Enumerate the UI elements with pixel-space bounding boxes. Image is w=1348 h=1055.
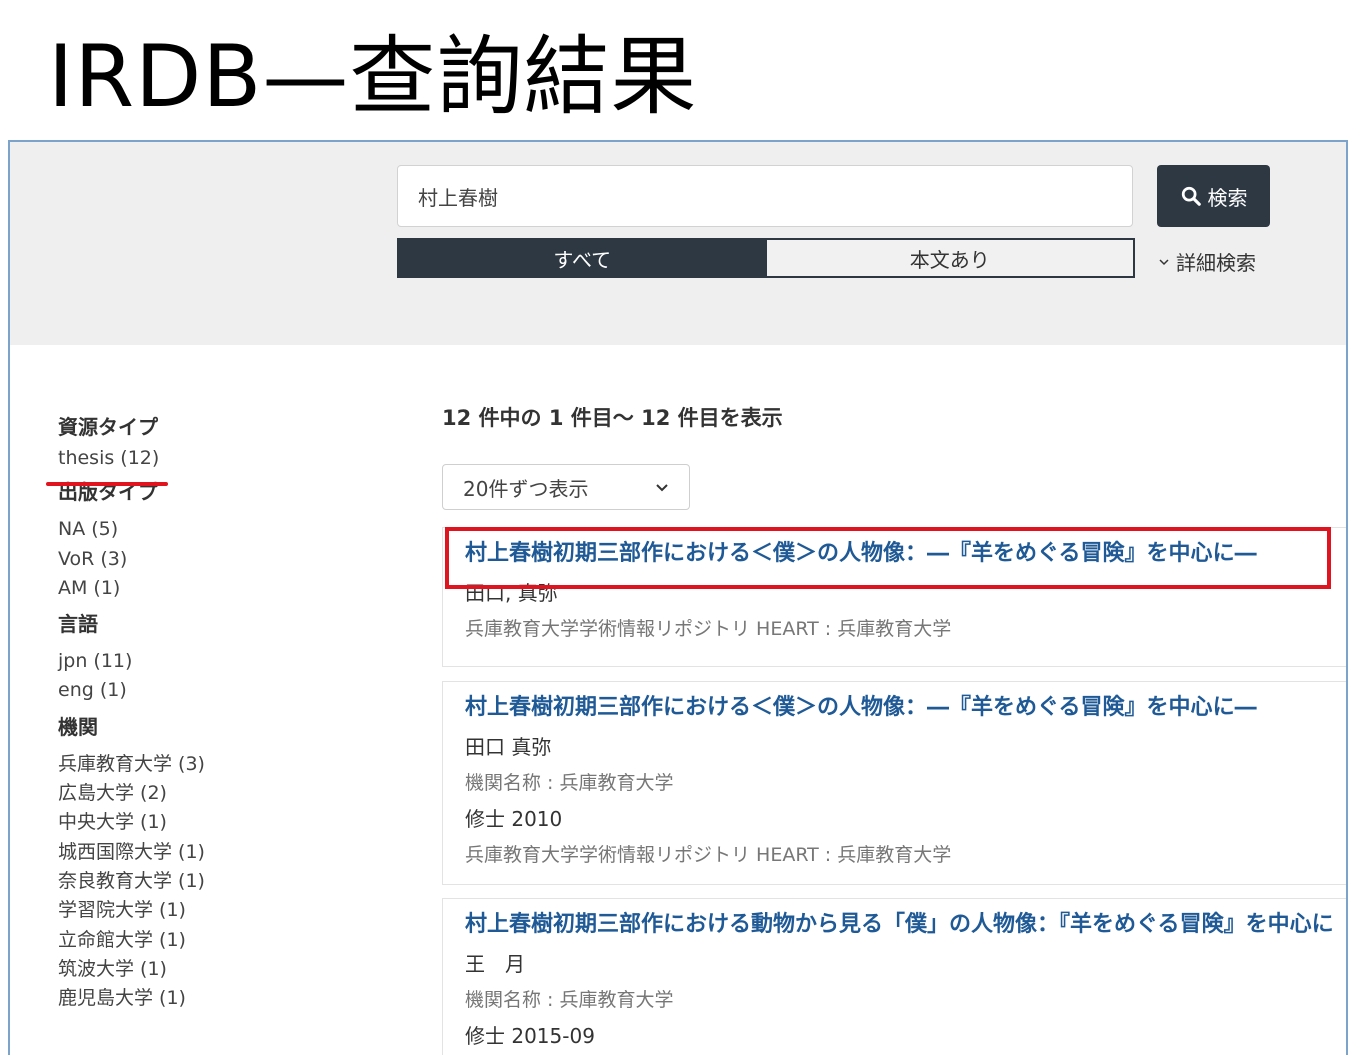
irdb-page-frame: 検索 すべて 本文あり 詳細検索 資源タイプ thesis (12) 出版タイプ… [8, 140, 1348, 1055]
annotation-underline [46, 482, 168, 486]
facet-item[interactable]: 城西国際大学 (1) [58, 838, 358, 867]
facet-item[interactable]: 中央大学 (1) [58, 808, 358, 837]
result-author: 田口, 真弥 [465, 581, 558, 605]
facet-heading: 言語 [58, 612, 98, 637]
chevron-down-icon [1159, 258, 1169, 265]
result-source: 兵庫教育大学学術情報リポジトリ HEART : 兵庫教育大学 [465, 618, 952, 640]
tab-full-text[interactable]: 本文あり [765, 240, 1133, 276]
facet-item[interactable]: VoR (3) [58, 545, 358, 574]
facet-publication-type: 出版タイプ NA (5) VoR (3) AM (1) [58, 475, 358, 603]
result-degree: 修士 2015-09 [465, 1024, 595, 1048]
result-institution: 機関名称 : 兵庫教育大学 [465, 772, 674, 794]
per-page-value: 20件ずつ表示 [463, 476, 589, 501]
result-author: 田口 真弥 [465, 735, 552, 759]
result-degree: 修士 2010 [465, 807, 563, 831]
result-count: 12 件中の 1 件目～ 12 件目を表示 [442, 406, 783, 430]
result-author: 王 月 [465, 952, 525, 976]
facet-item[interactable]: 立命館大学 (1) [58, 926, 358, 955]
per-page-select[interactable]: 20件ずつ表示 [442, 464, 690, 510]
tab-all[interactable]: すべて [399, 240, 766, 276]
result-title-link[interactable]: 村上春樹初期三部作における＜僕＞の人物像：―『羊をめぐる冒険』を中心に― [465, 693, 1340, 723]
facet-item[interactable]: 筑波大学 (1) [58, 955, 358, 984]
result-title-link[interactable]: 村上春樹初期三部作における＜僕＞の人物像：―『羊をめぐる冒険』を中心に― [465, 539, 1340, 569]
advanced-search-link[interactable]: 詳細検索 [1158, 247, 1256, 276]
slide-title: IRDB—查詢結果 [48, 27, 698, 127]
facet-item[interactable]: 広島大学 (2) [58, 779, 358, 808]
facet-item[interactable]: eng (1) [58, 676, 358, 705]
facet-item[interactable]: 奈良教育大学 (1) [58, 867, 358, 896]
chevron-down-icon [656, 484, 668, 492]
facet-item[interactable]: 兵庫教育大学 (3) [58, 750, 358, 779]
facet-item[interactable]: 鹿児島大学 (1) [58, 984, 358, 1013]
result-item: 村上春樹初期三部作における＜僕＞の人物像：―『羊をめぐる冒険』を中心に― 田口 … [442, 681, 1346, 885]
facet-heading: 出版タイプ [58, 480, 158, 505]
facet-sidebar: 資源タイプ thesis (12) 出版タイプ NA (5) VoR (3) A… [58, 410, 358, 1017]
facet-resource-type: 資源タイプ thesis (12) [58, 410, 358, 473]
search-button[interactable]: 検索 [1157, 165, 1270, 227]
facet-item[interactable]: thesis (12) [58, 444, 358, 473]
facet-item[interactable]: jpn (11) [58, 647, 358, 676]
result-title-link[interactable]: 村上春樹初期三部作における動物から見る「僕」の人物像：『羊をめぐる冒険』を中心に [465, 910, 1340, 940]
facet-item[interactable]: 学習院大学 (1) [58, 896, 358, 925]
facet-item[interactable]: NA (5) [58, 515, 358, 544]
search-input[interactable] [397, 165, 1133, 227]
advanced-search-label: 詳細検索 [1176, 251, 1256, 275]
search-button-label: 検索 [1207, 185, 1248, 210]
facet-heading: 機関 [58, 714, 98, 739]
scope-tabs: すべて 本文あり [397, 238, 1135, 278]
result-item: 村上春樹初期三部作における＜僕＞の人物像：―『羊をめぐる冒険』を中心に― 田口,… [442, 527, 1346, 667]
facet-item[interactable]: AM (1) [58, 574, 358, 603]
facet-institution: 機関 兵庫教育大学 (3) 広島大学 (2) 中央大学 (1) 城西国際大学 (… [58, 710, 358, 1014]
facet-heading: 資源タイプ [58, 415, 158, 439]
result-item: 村上春樹初期三部作における動物から見る「僕」の人物像：『羊をめぐる冒険』を中心に… [442, 898, 1346, 1055]
search-icon [1181, 186, 1201, 206]
search-band: 検索 すべて 本文あり 詳細検索 [10, 142, 1346, 345]
facet-language: 言語 jpn (11) eng (1) [58, 607, 358, 706]
result-source: 兵庫教育大学学術情報リポジトリ HEART : 兵庫教育大学 [465, 844, 952, 866]
result-institution: 機関名称 : 兵庫教育大学 [465, 989, 674, 1011]
